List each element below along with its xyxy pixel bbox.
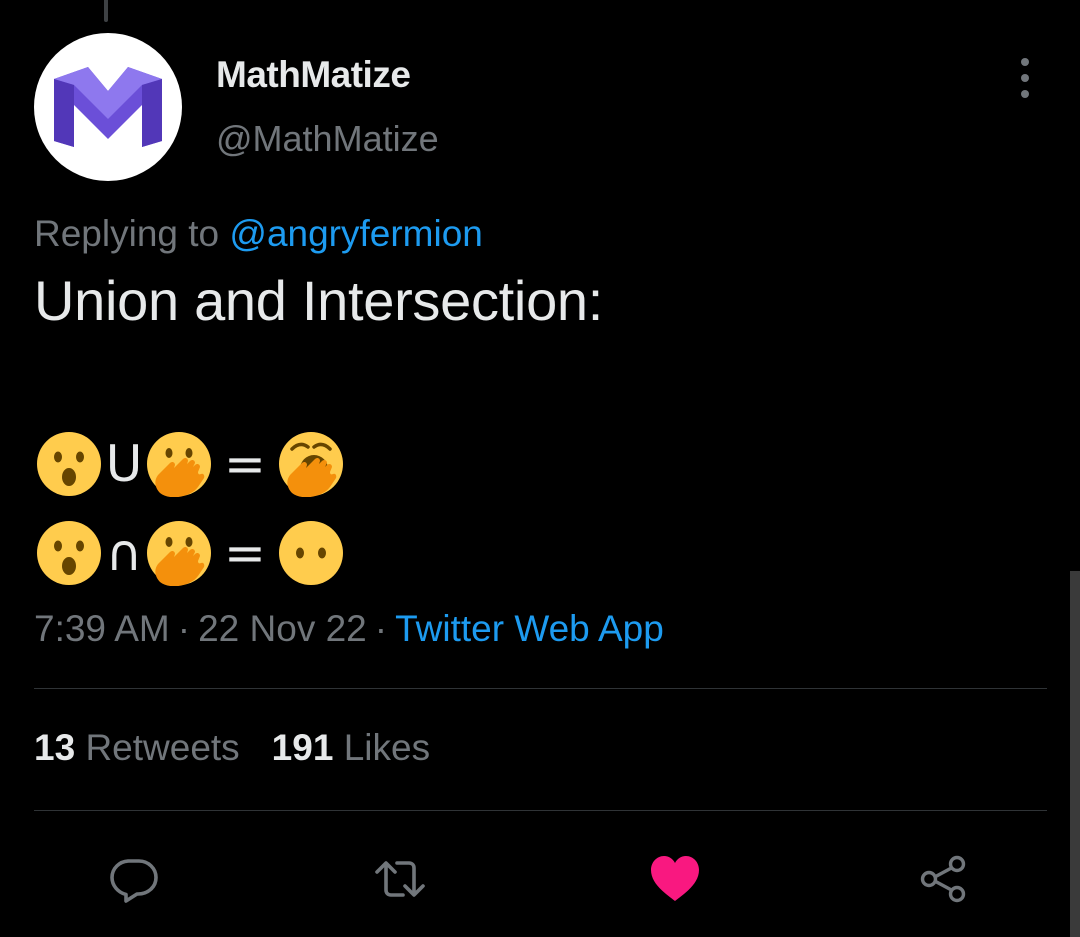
union-operator: U xyxy=(105,435,143,493)
more-dot xyxy=(1021,58,1029,66)
separator-dot: · xyxy=(177,608,191,649)
display-name[interactable]: MathMatize xyxy=(216,54,411,96)
avatar[interactable] xyxy=(34,33,182,181)
hushed-face-emoji-icon xyxy=(36,431,102,497)
more-dot xyxy=(1021,74,1029,82)
tweet-detail-page: MathMatize @MathMatize Replying to @angr… xyxy=(0,0,1080,937)
equals-sign: = xyxy=(224,524,266,582)
thread-connector-line xyxy=(104,0,108,22)
share-icon xyxy=(920,855,966,903)
retweet-icon xyxy=(375,861,425,897)
heart-icon xyxy=(651,856,699,901)
face-without-mouth-emoji-icon xyxy=(278,520,344,586)
tweet-time[interactable]: 7:39 AM xyxy=(34,608,170,649)
user-handle[interactable]: @MathMatize xyxy=(216,118,439,160)
union-equation: U = xyxy=(36,431,344,497)
retweet-button[interactable] xyxy=(373,852,427,906)
engagement-stats: 13 Retweets 191 Likes xyxy=(34,727,430,769)
more-dot xyxy=(1021,90,1029,98)
face-with-hand-over-mouth-emoji-icon xyxy=(146,520,212,586)
tweet-date[interactable]: 22 Nov 22 xyxy=(198,608,367,649)
tweet-metadata: 7:39 AM · 22 Nov 22 · Twitter Web App xyxy=(34,608,664,650)
reply-button[interactable] xyxy=(107,852,161,906)
likes-stat[interactable]: 191 Likes xyxy=(272,727,430,768)
yawning-face-emoji-icon xyxy=(278,431,344,497)
replying-to-line: Replying to @angryfermion xyxy=(34,213,483,255)
tweet-source-link[interactable]: Twitter Web App xyxy=(395,608,664,649)
intersection-equation: ∩ = xyxy=(36,520,344,586)
likes-count: 191 xyxy=(271,727,334,768)
likes-label: Likes xyxy=(343,727,431,768)
divider xyxy=(34,810,1047,811)
intersection-operator: ∩ xyxy=(105,524,143,582)
mathmatize-logo-icon xyxy=(54,67,162,147)
divider xyxy=(34,688,1047,689)
retweets-count: 13 xyxy=(34,727,76,768)
like-button[interactable] xyxy=(648,852,702,906)
reply-icon xyxy=(110,859,158,903)
face-with-hand-over-mouth-emoji-icon xyxy=(146,431,212,497)
hushed-face-emoji-icon xyxy=(36,520,102,586)
tweet-text: Union and Intersection: xyxy=(34,269,604,332)
replying-to-label: Replying to xyxy=(34,213,220,254)
equals-sign: = xyxy=(224,435,266,493)
scrollbar-thumb[interactable] xyxy=(1070,571,1080,937)
replying-to-mention-link[interactable]: @angryfermion xyxy=(229,213,483,254)
retweets-stat[interactable]: 13 Retweets xyxy=(34,727,240,768)
separator-dot: · xyxy=(374,608,388,649)
more-options-icon[interactable] xyxy=(1010,58,1040,98)
retweets-label: Retweets xyxy=(85,727,240,768)
share-button[interactable] xyxy=(917,852,971,906)
